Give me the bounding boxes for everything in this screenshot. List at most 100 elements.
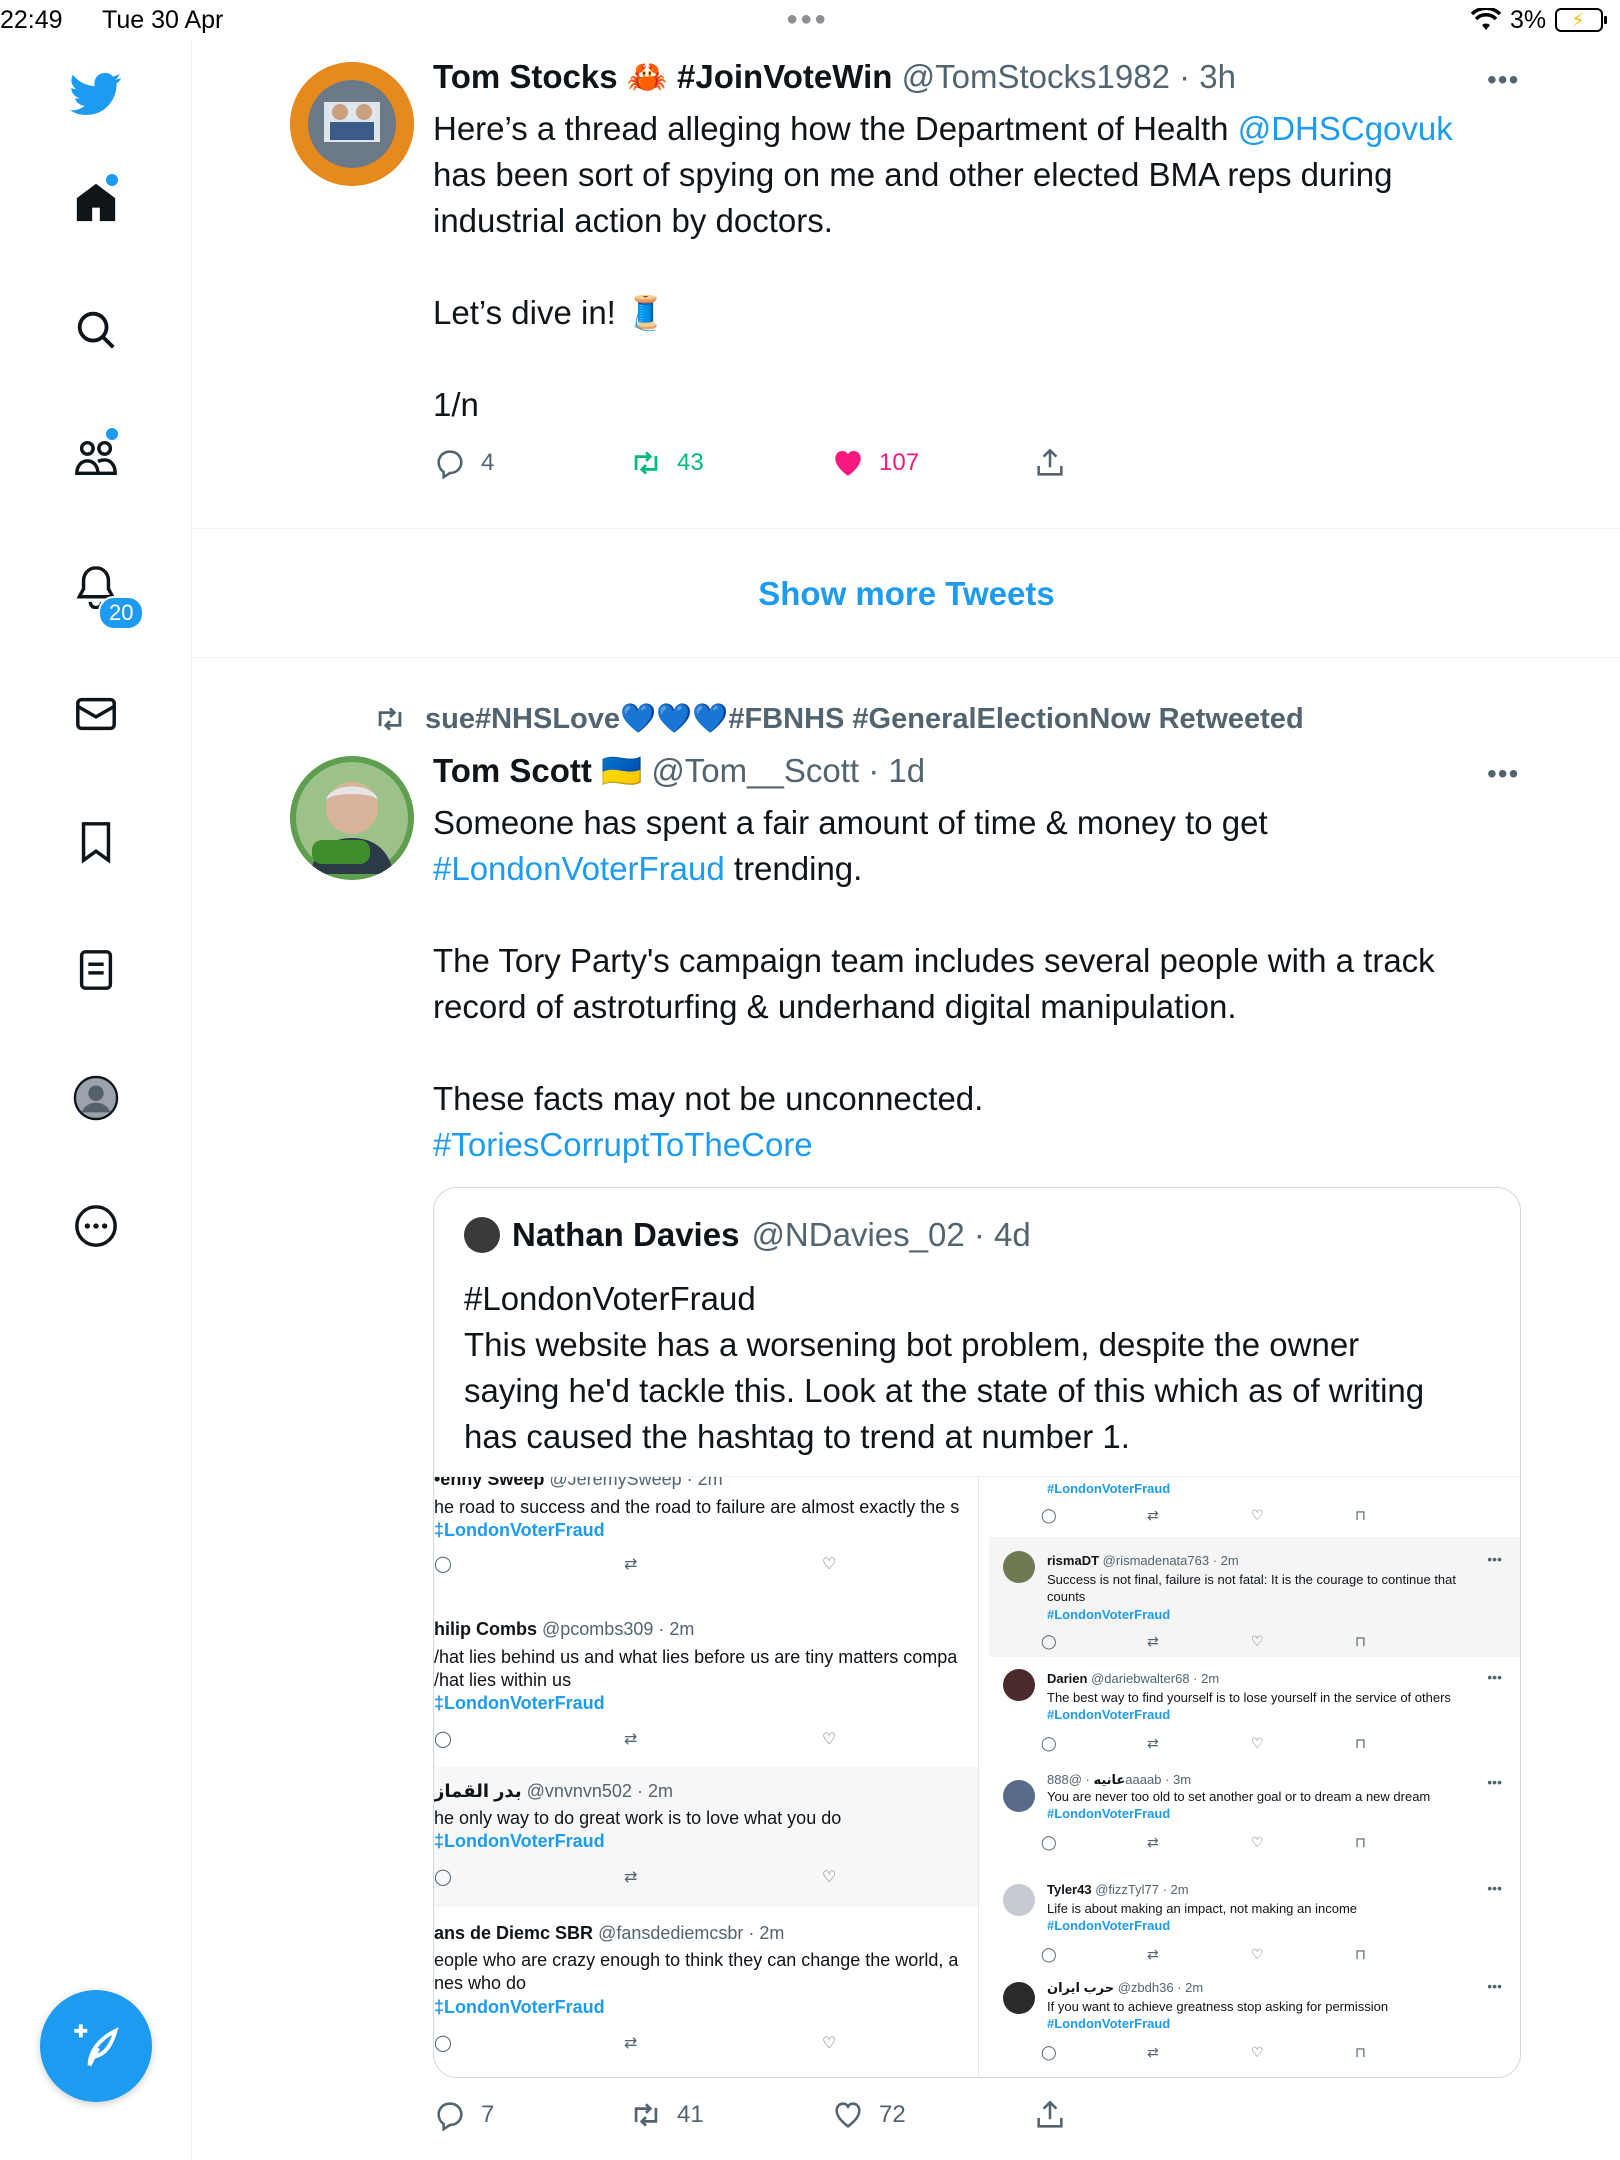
hashtag-link[interactable]: #LondonVoterFraud [433,850,725,887]
mini-post-header: عانيه · @888aaaab · 3m [1047,1772,1192,1787]
status-time: 22:49 [0,6,63,34]
screenshot-left-column: •enny Sweep @JeremySweep · 2m he road to… [434,1477,979,2077]
mini-post-text: eople who are crazy enough to think they… [434,1950,959,1993]
retweet-button[interactable]: 43 [629,446,704,480]
quote-avatar[interactable] [464,1217,500,1253]
mention-link[interactable]: @DHSCgovuk [1238,110,1453,147]
tweet-actions: 4 43 107 [433,446,1333,486]
share-icon [1037,448,1063,476]
mini-post-text: /hat lies behind us and what lies before… [434,1647,958,1690]
quote-author-name[interactable]: Nathan Davies [512,1216,739,1254]
lists-icon[interactable] [68,942,124,998]
retweet-count: 41 [677,2101,704,2128]
heart-icon [835,450,861,476]
mini-avatar [1003,1884,1035,1916]
mini-post-header: Darien @dariebwalter68 · 2m [1047,1671,1220,1686]
mini-post-text: he road to success and the road to failu… [434,1497,960,1517]
quote-screenshot-image[interactable]: •enny Sweep @JeremySweep · 2m he road to… [434,1476,1520,2077]
avatar[interactable] [290,756,414,880]
avatar[interactable] [290,62,414,186]
mini-avatar [1003,1982,1035,2014]
like-button[interactable]: 72 [831,2098,906,2132]
mini-post-actions: ◯ ⇄ ♡ [434,1731,837,1748]
tweet-actions: 7 41 72 [433,2098,1333,2138]
divider [193,657,1620,658]
mini-post-header: بدر القماز @vnvnvn502 · 2m [434,1781,673,1801]
mini-post-text: If you want to achieve greatness stop as… [1047,1999,1389,2014]
mini-post-hashtag: #LondonVoterFraud [1047,1707,1171,1722]
bookmark-icon[interactable] [68,814,124,870]
mini-post: عانيه · @888aaaab · 3m ••• You are never… [989,1772,1520,1872]
retweet-count: 43 [677,449,704,476]
mail-icon[interactable] [68,686,124,742]
show-more-tweets-link[interactable]: Show more Tweets [193,575,1620,613]
mini-post-actions: ◯ ⇄ ♡ [434,2035,837,2052]
reply-icon [437,2102,463,2132]
mini-more-icon: ••• [1487,1669,1502,1685]
tweet-text: Someone has spent a fair amount of time … [433,804,1435,1163]
mini-post: hilip Combs @pcombs309 · 2m /hat lies be… [434,1607,978,1757]
mini-avatar [1003,1669,1035,1701]
author-name[interactable]: Tom Scott 🇺🇦 [433,752,642,789]
compose-tweet-button[interactable] [40,1990,152,2102]
mini-post-header: ans de Diemc SBR @fansdediemcsbr · 2m [434,1923,785,1943]
reply-count: 4 [481,449,495,476]
search-icon[interactable] [68,302,124,358]
mini-avatar [1003,1551,1035,1583]
mini-post-hashtag: ‡LondonVoterFraud [434,1831,605,1851]
mini-post-header: hilip Combs @pcombs309 · 2m [434,1619,695,1639]
tweet-more-icon[interactable]: ••• [1487,64,1519,96]
like-button[interactable]: 107 [831,446,919,480]
mini-post-hashtag: ‡LondonVoterFraud [434,1693,605,1713]
notification-badge: 20 [98,596,145,630]
retweet-button[interactable]: 41 [629,2098,704,2132]
tweet-text: Here’s a thread alleging how the Departm… [433,110,1453,423]
mini-post-actions: ◯ ⇄ ♡ [434,1556,837,1573]
mini-post: rismaDT @rismadenata763 · 2m ••• Success… [989,1537,1520,1657]
share-button[interactable] [1033,2098,1067,2132]
tweet-more-icon[interactable]: ••• [1487,758,1519,790]
retweeted-by-text[interactable]: sue#NHSLove💙💙💙#FBNHS #GeneralElectionNow… [425,702,1304,736]
mini-post-hashtag: #LondonVoterFraud [1047,2016,1171,2031]
author-handle-time[interactable]: @Tom__Scott · 1d [651,752,925,789]
mini-post: Darien @dariebwalter68 · 2m ••• The best… [989,1657,1520,1767]
twitter-logo-icon[interactable] [68,66,124,122]
mini-more-icon: ••• [1487,1978,1502,1994]
author-handle-time[interactable]: @TomStocks1982 · 3h [902,58,1236,95]
tweet-header: Tom Scott 🇺🇦 @Tom__Scott · 1d [433,752,925,791]
mini-post-text: Success is not final, failure is not fat… [1047,1572,1457,1604]
mini-post-header: •enny Sweep @JeremySweep · 2m [434,1477,723,1489]
like-count: 72 [879,2101,906,2128]
divider [193,528,1620,529]
more-icon[interactable] [68,1198,124,1254]
mini-post: •enny Sweep @JeremySweep · 2m he road to… [434,1477,978,1617]
reply-button[interactable]: 4 [433,446,494,480]
mini-post-actions: ◯ ⇄ ♡ [434,1869,837,1886]
tweet-header: Tom Stocks 🦀 #JoinVoteWin @TomStocks1982… [433,58,1236,97]
quoted-tweet[interactable]: Nathan Davies @NDavies_02 · 4d #LondonVo… [433,1187,1521,2078]
sidebar: 20 [0,40,192,2160]
mini-post-hashtag: ‡LondonVoterFraud [434,1520,605,1540]
mini-avatar [1003,1780,1035,1812]
share-button[interactable] [1033,446,1067,480]
timeline: Tom Stocks 🦀 #JoinVoteWin @TomStocks1982… [193,0,1620,2160]
mini-post-header: rismaDT @rismadenata763 · 2m [1047,1553,1239,1568]
mini-post-header: حرب ایران @zbdh36 · 2m [1047,1980,1204,1995]
screenshot-right-column: #LondonVoterFraud ◯ ⇄ ♡ ⊓ rismaDT @rismaden… [989,1477,1520,2077]
mini-post-hashtag: #LondonVoterFraud [1047,1806,1171,1821]
mini-post-text: You are never too old to set another goa… [1047,1789,1431,1804]
mini-post-hashtag: ‡LondonVoterFraud [434,1997,605,2017]
retweet-icon [378,707,402,731]
mini-post: بدر القماز @vnvnvn502 · 2m he only way t… [434,1767,978,1907]
mini-post-text: The best way to find yourself is to lose… [1047,1690,1451,1705]
hashtag-link[interactable]: #ToriesCorruptToTheCore [433,1126,813,1163]
reply-button[interactable]: 7 [433,2098,494,2132]
mini-post-hashtag: #LondonVoterFraud [1047,1918,1171,1933]
author-name[interactable]: Tom Stocks 🦀 #JoinVoteWin [433,58,892,95]
quote-author-handle-time[interactable]: @NDavies_02 · 4d [751,1216,1030,1254]
mini-post-text: Life is about making an impact, not maki… [1047,1901,1358,1916]
heart-icon [835,2102,861,2128]
mini-more-icon: ••• [1487,1774,1502,1790]
mini-post-hashtag: #LondonVoterFraud [1047,1607,1171,1622]
profile-icon[interactable] [68,1070,124,1126]
